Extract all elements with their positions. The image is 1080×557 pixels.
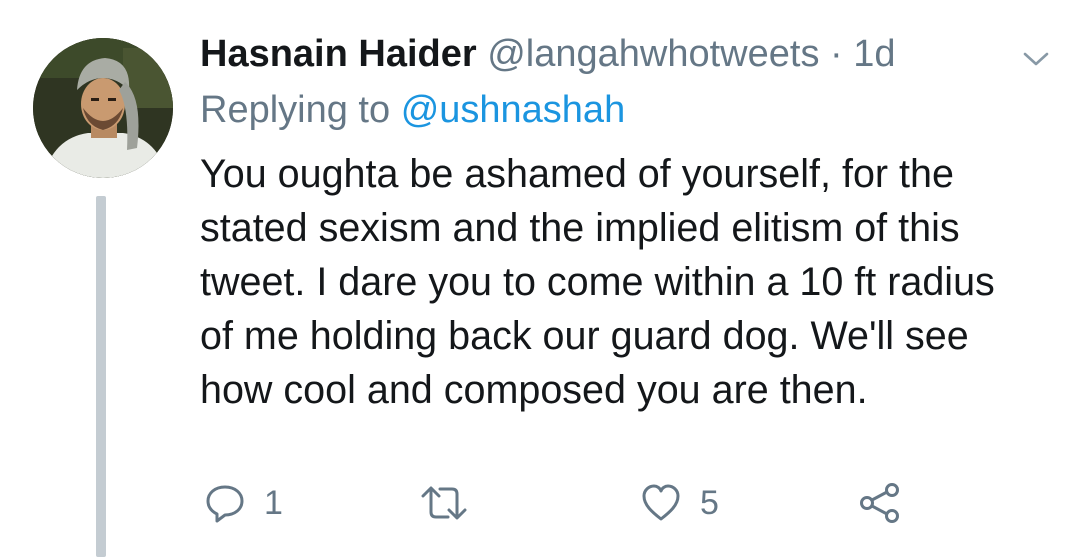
- tweet-header: Hasnain Haider @langahwhotweets · 1d: [200, 30, 896, 78]
- user-handle[interactable]: @langahwhotweets: [487, 33, 819, 75]
- tweet-text: You oughta be ashamed of yourself, for t…: [200, 147, 1060, 417]
- reply-button[interactable]: 1: [204, 478, 283, 528]
- heart-icon: [642, 484, 680, 521]
- like-count: 5: [700, 483, 719, 522]
- retweet-button[interactable]: [420, 478, 486, 528]
- avatar[interactable]: [33, 38, 173, 178]
- retweet-icon: [421, 486, 467, 520]
- reply-mention-link[interactable]: @ushnashah: [401, 89, 626, 131]
- timestamp[interactable]: 1d: [853, 33, 895, 75]
- replying-prefix: Replying to: [200, 89, 391, 131]
- like-button[interactable]: 5: [640, 478, 719, 528]
- chevron-down-icon: [1023, 52, 1049, 66]
- avatar-photo: [33, 38, 173, 178]
- tweet-text-line: of me holding back our guard dog. We'll …: [200, 314, 969, 358]
- tweet-text-line: stated sexism and the implied elitism of…: [200, 206, 960, 250]
- more-options-button[interactable]: [1016, 44, 1056, 74]
- share-button[interactable]: [858, 478, 902, 528]
- reply-icon: [206, 485, 244, 523]
- tweet[interactable]: Hasnain Haider @langahwhotweets · 1d Rep…: [0, 0, 1080, 557]
- tweet-text-line: tweet. I dare you to come within a 10 ft…: [200, 260, 995, 304]
- display-name[interactable]: Hasnain Haider: [200, 33, 477, 75]
- tweet-text-line: how cool and composed you are then.: [200, 368, 868, 412]
- separator: ·: [830, 33, 843, 75]
- tweet-text-line: You oughta be ashamed of yourself, for t…: [200, 152, 954, 196]
- reply-count: 1: [264, 483, 283, 522]
- action-bar: 1 5: [0, 478, 1080, 528]
- share-icon: [860, 483, 899, 523]
- replying-to: Replying to @ushnashah: [200, 86, 625, 134]
